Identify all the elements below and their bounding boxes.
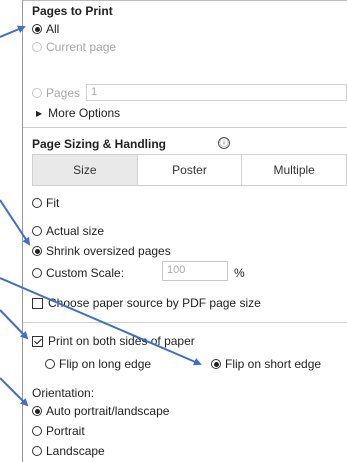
radio-auto-indicator[interactable]	[32, 406, 42, 416]
radio-current-page-label: Current page	[46, 40, 117, 54]
radio-fit-indicator[interactable]	[32, 198, 42, 208]
radio-landscape[interactable]: Landscape	[32, 442, 105, 460]
radio-pages[interactable]: Pages	[32, 84, 80, 102]
radio-landscape-label: Landscape	[46, 444, 105, 458]
section-divider	[22, 127, 347, 128]
percent-label: %	[234, 266, 245, 280]
arrow-to-all	[0, 25, 26, 38]
info-icon[interactable]: ⓘ	[218, 137, 230, 149]
radio-flip-short-label: Flip on short edge	[225, 357, 322, 371]
tab-size[interactable]: Size	[33, 155, 138, 185]
radio-flip-long-label: Flip on long edge	[59, 357, 152, 371]
radio-pages-label: Pages	[46, 86, 81, 100]
both-sides-checkbox[interactable]: Print on both sides of paper	[32, 332, 195, 350]
radio-portrait-indicator[interactable]	[32, 426, 42, 436]
radio-fit-label: Fit	[46, 196, 60, 210]
paper-source-label: Choose paper source by PDF page size	[48, 296, 261, 310]
radio-flip-short-edge[interactable]: Flip on short edge	[211, 355, 321, 373]
section-divider	[22, 322, 347, 323]
custom-scale-input[interactable]: 100	[162, 261, 228, 281]
radio-all-label: All	[46, 22, 60, 36]
paper-source-checkbox[interactable]: Choose paper source by PDF page size	[32, 294, 261, 312]
paper-source-checkbox-box[interactable]	[32, 297, 43, 309]
triangle-right-icon: ▶	[36, 108, 43, 118]
tab-poster[interactable]: Poster	[138, 155, 243, 185]
radio-auto-orientation[interactable]: Auto portrait/landscape	[32, 402, 169, 420]
radio-shrink-indicator[interactable]	[32, 246, 42, 256]
radio-custom-scale[interactable]: Custom Scale:	[32, 264, 124, 282]
radio-current-page[interactable]: Current page	[32, 38, 116, 56]
both-sides-label: Print on both sides of paper	[48, 334, 195, 348]
radio-all[interactable]: All	[32, 20, 59, 38]
radio-portrait[interactable]: Portrait	[32, 422, 85, 440]
radio-shrink-label: Shrink oversized pages	[46, 244, 171, 258]
tab-multiple[interactable]: Multiple	[242, 155, 346, 185]
radio-custom-scale-indicator[interactable]	[32, 268, 42, 278]
sizing-tabs: Size Poster Multiple	[32, 154, 347, 186]
radio-shrink-oversized[interactable]: Shrink oversized pages	[32, 242, 171, 260]
radio-flip-short-indicator[interactable]	[211, 359, 221, 369]
radio-flip-long-indicator[interactable]	[45, 359, 55, 369]
radio-current-page-indicator[interactable]	[32, 42, 42, 52]
more-options-label: More Options	[48, 106, 121, 120]
pages-range-input[interactable]: 1	[86, 84, 347, 101]
radio-flip-long-edge[interactable]: Flip on long edge	[45, 355, 151, 373]
radio-all-indicator[interactable]	[32, 24, 42, 34]
radio-landscape-indicator[interactable]	[32, 446, 42, 456]
more-options-toggle[interactable]: ▶ More Options	[36, 104, 120, 122]
radio-portrait-label: Portrait	[46, 424, 85, 438]
radio-actual-size-indicator[interactable]	[32, 226, 42, 236]
radio-actual-size-label: Actual size	[46, 224, 105, 238]
pages-to-print-title: Pages to Print	[32, 4, 113, 18]
radio-actual-size[interactable]: Actual size	[32, 222, 104, 240]
radio-pages-indicator[interactable]	[32, 88, 42, 98]
both-sides-checkbox-box[interactable]	[32, 335, 43, 347]
page-sizing-title: Page Sizing & Handling	[32, 137, 167, 151]
radio-custom-scale-label: Custom Scale:	[46, 266, 125, 280]
radio-auto-label: Auto portrait/landscape	[46, 404, 170, 418]
orientation-title: Orientation:	[32, 386, 95, 400]
radio-fit[interactable]: Fit	[32, 194, 59, 212]
